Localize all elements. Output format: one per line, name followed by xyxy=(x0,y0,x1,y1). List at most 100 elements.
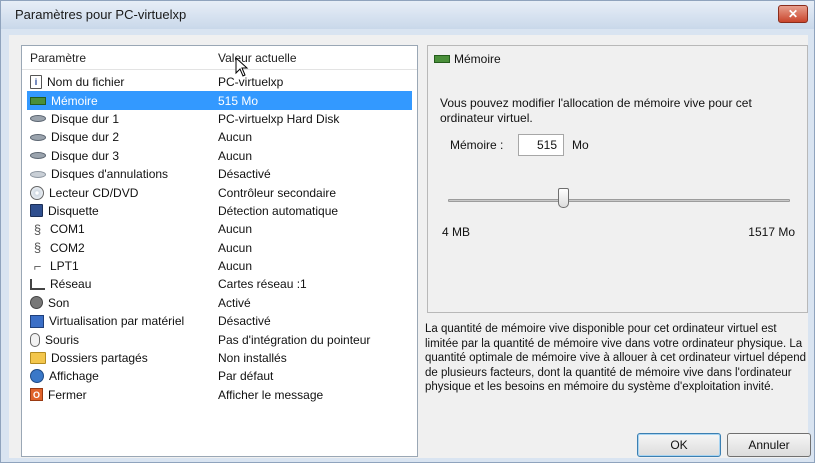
setting-value: Contrôleur secondaire xyxy=(218,185,337,200)
setting-name: ⌐ LPT1 xyxy=(22,258,210,274)
setting-name-label: Réseau xyxy=(50,277,92,292)
com-port-icon: § xyxy=(33,221,42,237)
settings-row[interactable]: Disque dur 2 Aucun xyxy=(22,128,417,146)
setting-value: PC-virtuelxp Hard Disk xyxy=(218,111,340,126)
setting-value: PC-virtuelxp xyxy=(218,75,284,90)
setting-name-label: Fermer xyxy=(48,387,87,402)
undo-disk-icon xyxy=(30,170,46,178)
setting-name: Virtualisation par matériel xyxy=(22,314,210,328)
settings-row[interactable]: Dossiers partagés Non installés xyxy=(22,349,417,367)
settings-row[interactable]: Disquette Détection automatique xyxy=(22,202,417,220)
setting-value: Aucun xyxy=(218,240,253,255)
settings-row[interactable]: Souris Pas d'intégration du pointeur xyxy=(22,330,417,348)
slider-track[interactable] xyxy=(448,199,790,202)
setting-value: Aucun xyxy=(218,130,253,145)
setting-name: Disquette xyxy=(22,204,210,218)
setting-value: Aucun xyxy=(218,148,253,163)
slider-thumb[interactable] xyxy=(558,188,569,208)
setting-name: i Nom du fichier xyxy=(22,75,210,90)
setting-name-label: Son xyxy=(48,295,70,310)
network-icon xyxy=(30,278,45,290)
setting-value: 515 Mo xyxy=(218,93,259,108)
memory-input[interactable]: 515 xyxy=(518,134,564,156)
setting-name-label: Disque dur 3 xyxy=(51,148,120,163)
setting-name-label: Disque dur 1 xyxy=(51,111,120,126)
settings-row[interactable]: Mémoire 515 Mo xyxy=(27,91,412,110)
setting-value: Désactivé xyxy=(218,314,271,329)
shared-folder-icon xyxy=(30,352,46,365)
setting-name: Disque dur 1 xyxy=(22,112,210,126)
setting-name: Souris xyxy=(22,332,210,347)
window-title: Paramètres pour PC-virtuelxp xyxy=(15,7,187,22)
hard-disk-icon xyxy=(30,152,46,160)
setting-name: Lecteur CD/DVD xyxy=(22,185,210,200)
memory-info-text: La quantité de mémoire vive disponible p… xyxy=(425,323,806,393)
column-header-parameter[interactable]: Paramètre xyxy=(22,51,210,65)
setting-name: Affichage xyxy=(22,369,210,384)
display-icon xyxy=(30,369,44,384)
settings-row[interactable]: Disque dur 1 PC-virtuelxp Hard Disk xyxy=(22,110,417,128)
setting-value: Activé xyxy=(218,295,251,310)
cancel-button[interactable]: Annuler xyxy=(727,433,811,457)
com-port-icon: § xyxy=(33,240,42,256)
setting-name: Disque dur 3 xyxy=(22,149,210,163)
lpt-port-icon: ⌐ xyxy=(33,258,42,274)
setting-name: O Fermer xyxy=(22,388,210,402)
setting-name-label: Disques d'annulations xyxy=(51,167,169,182)
setting-name-label: COM1 xyxy=(50,222,85,237)
settings-row[interactable]: Disques d'annulations Désactivé xyxy=(22,165,417,183)
setting-name-label: Lecteur CD/DVD xyxy=(49,185,139,200)
settings-row[interactable]: Lecteur CD/DVD Contrôleur secondaire xyxy=(22,183,417,201)
setting-value: Pas d'intégration du pointeur xyxy=(218,332,371,347)
settings-row[interactable]: Affichage Par défaut xyxy=(22,367,417,385)
setting-name-label: Disquette xyxy=(48,203,99,218)
setting-name-label: Disque dur 2 xyxy=(51,130,120,145)
setting-name: Mémoire xyxy=(27,94,210,108)
settings-row[interactable]: ⌐ LPT1 Aucun xyxy=(22,257,417,275)
settings-row[interactable]: Son Activé xyxy=(22,294,417,312)
setting-name-label: LPT1 xyxy=(50,259,79,274)
cd-dvd-icon xyxy=(30,185,44,200)
hardware-virtualization-icon xyxy=(30,314,44,328)
settings-row[interactable]: Virtualisation par matériel Désactivé xyxy=(22,312,417,330)
list-header: Paramètre Valeur actuelle xyxy=(22,46,417,70)
settings-row[interactable]: § COM1 Aucun xyxy=(22,220,417,238)
setting-value: Aucun xyxy=(218,259,253,274)
mouse-icon xyxy=(30,332,40,347)
close-icon: ✕ xyxy=(787,7,799,21)
memory-icon xyxy=(434,55,450,63)
setting-value: Afficher le message xyxy=(218,387,324,402)
slider-min-label: 4 MB xyxy=(442,225,471,239)
setting-name-label: Souris xyxy=(45,332,80,347)
sound-icon xyxy=(30,296,43,310)
memory-field-label: Mémoire : xyxy=(450,138,504,152)
setting-name-label: Dossiers partagés xyxy=(51,351,148,366)
settings-row[interactable]: Réseau Cartes réseau :1 xyxy=(22,275,417,293)
memory-description: Vous pouvez modifier l'allocation de mém… xyxy=(440,96,752,125)
setting-name-label: Nom du fichier xyxy=(47,75,125,90)
setting-name-label: Affichage xyxy=(49,369,99,384)
setting-name: Réseau xyxy=(22,277,210,291)
floppy-icon xyxy=(30,204,43,218)
setting-name-label: Mémoire xyxy=(51,93,98,108)
ok-button[interactable]: OK xyxy=(637,433,721,457)
memory-slider[interactable] xyxy=(444,186,794,216)
setting-value: Par défaut xyxy=(218,369,274,384)
settings-row[interactable]: § COM2 Aucun xyxy=(22,239,417,257)
close-button[interactable]: ✕ xyxy=(778,5,808,23)
setting-value: Cartes réseau :1 xyxy=(218,277,307,292)
setting-value: Détection automatique xyxy=(218,203,339,218)
close-action-icon: O xyxy=(30,388,43,402)
memory-field-row: Mémoire : 515 Mo xyxy=(450,134,589,156)
slider-max-label: 1517 Mo xyxy=(748,225,795,239)
settings-row[interactable]: O Fermer Afficher le message xyxy=(22,386,417,404)
setting-name-label: COM2 xyxy=(50,240,85,255)
settings-row[interactable]: Disque dur 3 Aucun xyxy=(22,147,417,165)
settings-rows: i Nom du fichier PC-virtuelxp Mémoire 515 Mo… xyxy=(22,73,417,404)
title-bar: Paramètres pour PC-virtuelxp ✕ xyxy=(1,1,814,29)
memory-group: Mémoire Vous pouvez modifier l'allocatio… xyxy=(427,45,808,313)
setting-name: Son xyxy=(22,296,210,310)
hard-disk-icon xyxy=(30,133,46,141)
settings-row[interactable]: i Nom du fichier PC-virtuelxp xyxy=(22,73,417,91)
setting-value: Désactivé xyxy=(218,167,271,182)
